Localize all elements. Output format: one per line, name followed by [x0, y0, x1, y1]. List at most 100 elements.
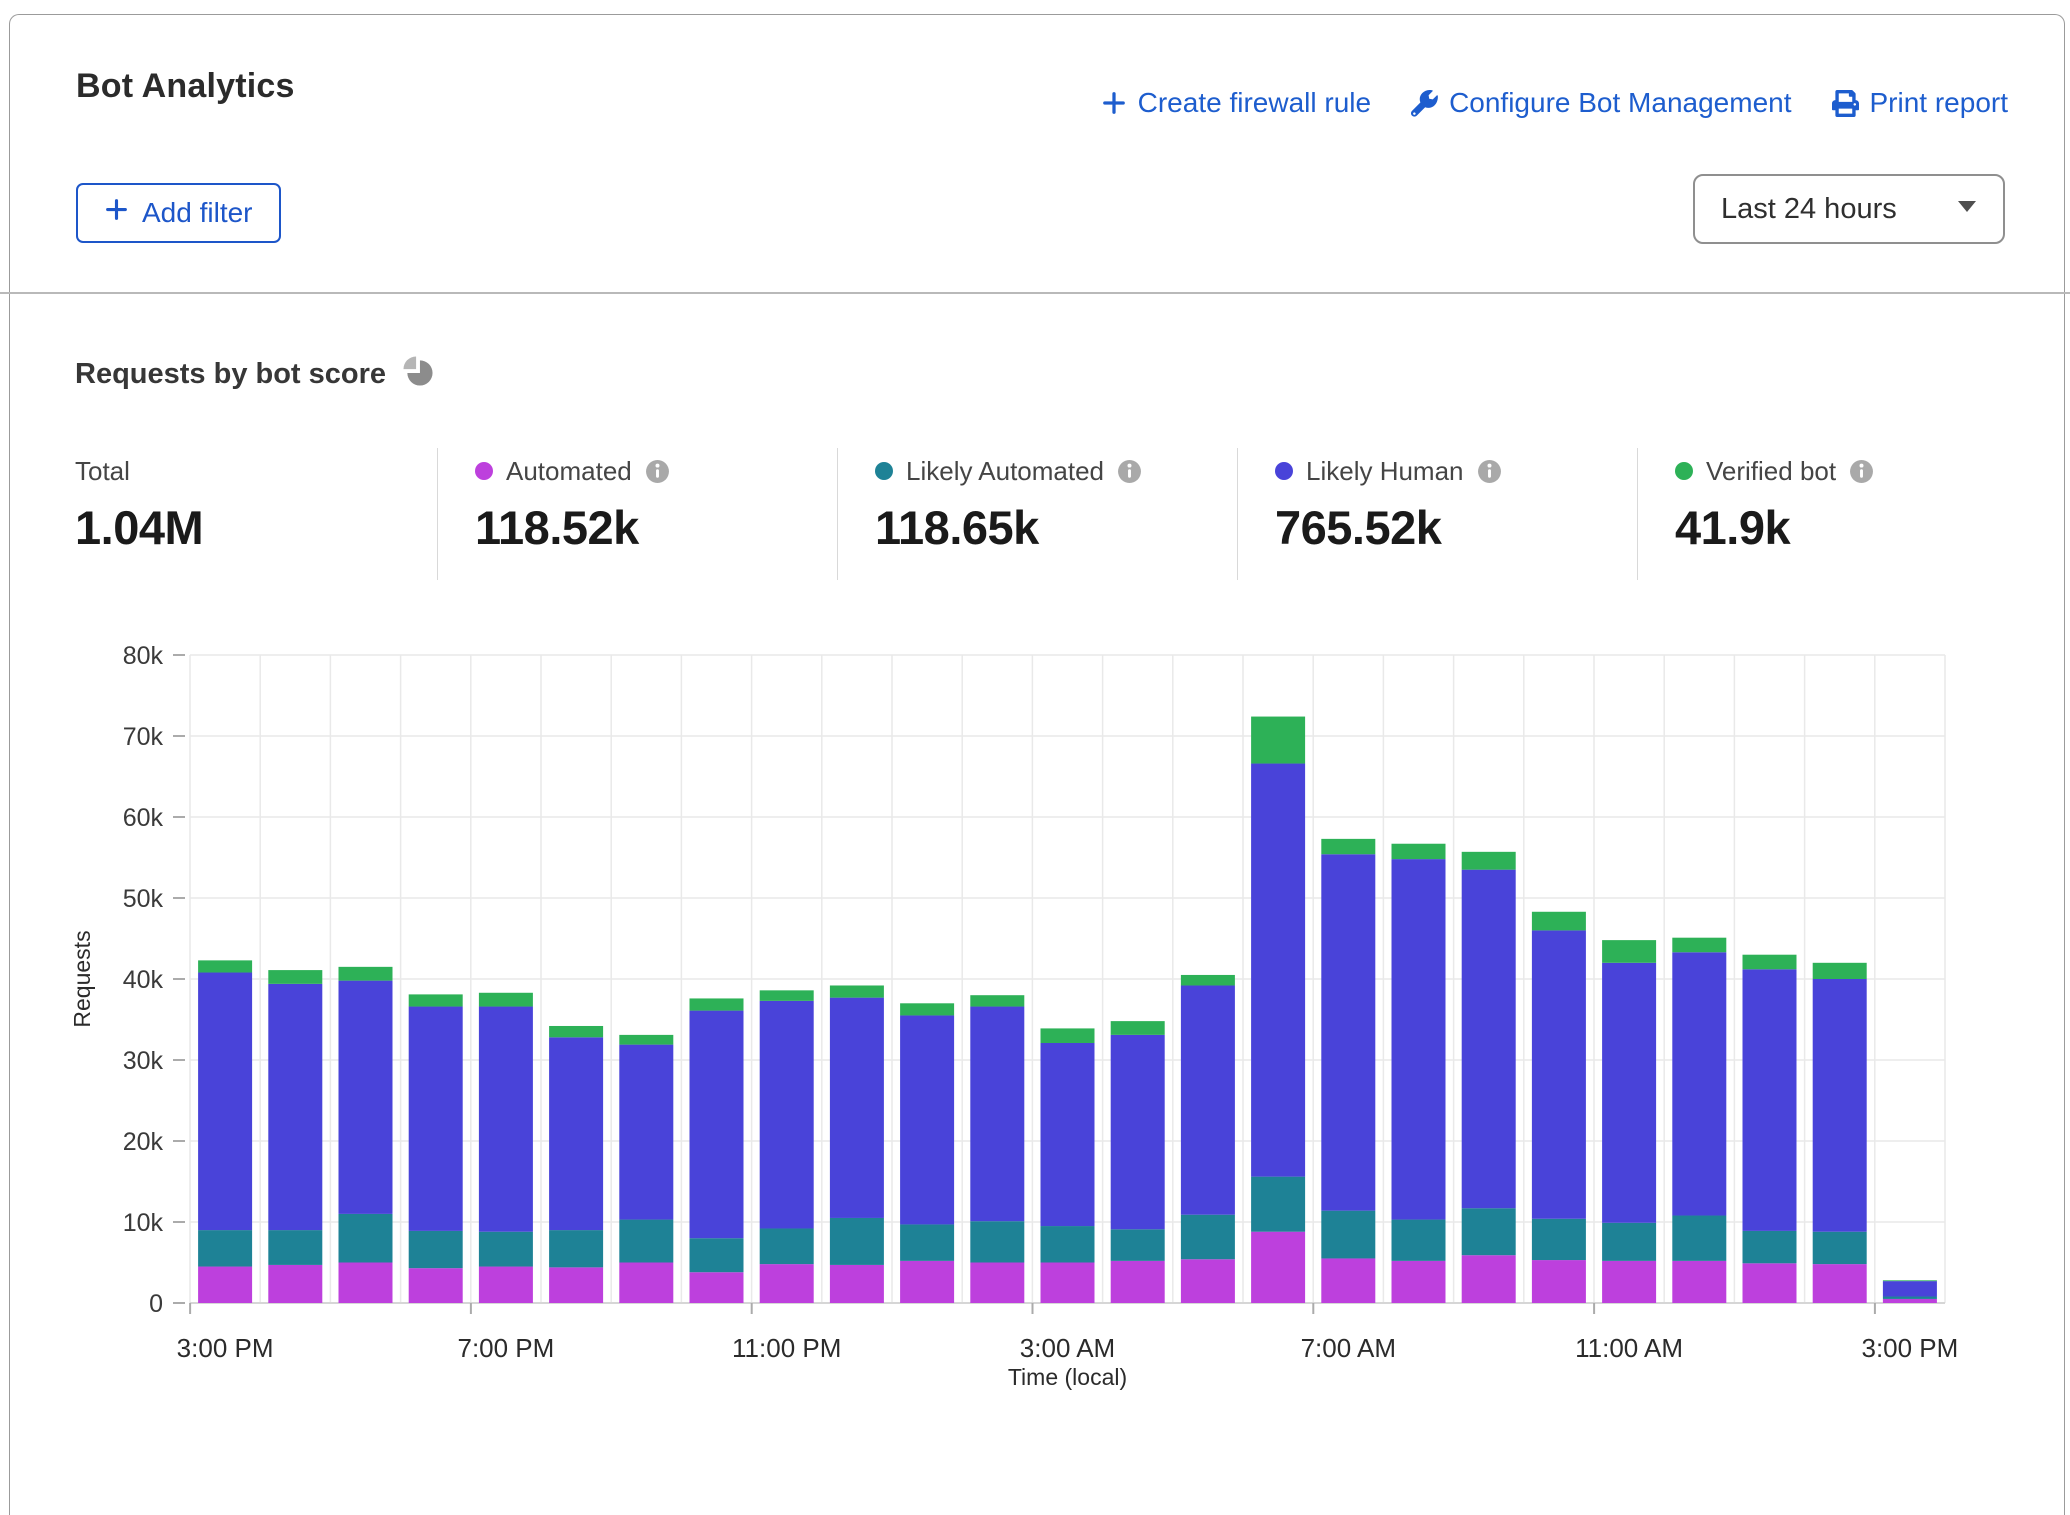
bar-segment — [619, 1035, 673, 1045]
bar-segment — [198, 1267, 252, 1303]
svg-text:30k: 30k — [123, 1047, 164, 1075]
stat-total: Total 1.04M — [75, 456, 203, 555]
stat-label: Likely Human — [1306, 456, 1464, 487]
stat-likely-automated: Likely Automated 118.65k — [875, 456, 1142, 555]
bar-segment — [970, 1263, 1024, 1304]
bar-segment — [760, 1264, 814, 1303]
stat-value: 118.52k — [475, 500, 670, 555]
bar-segment — [690, 1272, 744, 1303]
bar-segment — [1602, 963, 1656, 1223]
stat-value: 118.65k — [875, 500, 1142, 555]
bar-segment — [1532, 930, 1586, 1218]
page-title: Bot Analytics — [76, 67, 295, 106]
bar-segment — [1743, 969, 1797, 1231]
bar-segment — [1462, 870, 1516, 1209]
bar-segment — [1672, 952, 1726, 1215]
svg-text:3:00 PM: 3:00 PM — [177, 1333, 274, 1363]
stat-likely-human: Likely Human 765.52k — [1275, 456, 1502, 555]
svg-text:80k: 80k — [123, 642, 164, 670]
stat-value: 765.52k — [1275, 500, 1502, 555]
bar-segment — [1041, 1043, 1095, 1226]
configure-bot-management-link[interactable]: Configure Bot Management — [1411, 87, 1791, 119]
bar-segment — [830, 985, 884, 997]
bar-segment — [1181, 985, 1235, 1214]
header-actions: Create firewall rule Configure Bot Manag… — [1101, 87, 2008, 119]
bar-segment — [1743, 955, 1797, 970]
svg-text:10k: 10k — [123, 1209, 164, 1237]
bar-segment — [1813, 979, 1867, 1232]
bar-segment — [760, 1001, 814, 1229]
chart-title: Requests by bot score — [75, 358, 386, 391]
svg-text:0: 0 — [149, 1290, 163, 1318]
bar-segment — [619, 1263, 673, 1304]
legend-dot-likely-automated — [875, 462, 893, 480]
stat-verified-bot: Verified bot 41.9k — [1675, 456, 1874, 555]
bar-segment — [409, 1268, 463, 1303]
bar-segment — [1321, 1258, 1375, 1303]
plus-icon — [1101, 90, 1127, 116]
bar-segment — [1251, 764, 1305, 1177]
svg-text:11:00 PM: 11:00 PM — [732, 1333, 841, 1363]
info-icon[interactable] — [1477, 459, 1502, 484]
bar-segment — [1251, 717, 1305, 764]
bar-segment — [1462, 1255, 1516, 1303]
bar-segment — [1883, 1297, 1937, 1299]
bar-segment — [760, 990, 814, 1001]
bar-segment — [830, 1265, 884, 1303]
stat-divider — [1237, 448, 1238, 580]
bar-segment — [900, 1015, 954, 1224]
bar-segment — [1462, 1208, 1516, 1255]
bar-segment — [690, 1011, 744, 1239]
chevron-down-icon — [1955, 199, 1979, 219]
action-label: Create firewall rule — [1138, 87, 1371, 119]
stat-divider — [837, 448, 838, 580]
action-label: Print report — [1870, 87, 2009, 119]
svg-text:Requests: Requests — [69, 930, 95, 1027]
bar-segment — [1883, 1299, 1937, 1303]
bar-segment — [409, 1007, 463, 1231]
info-icon[interactable] — [645, 459, 670, 484]
svg-text:7:00 AM: 7:00 AM — [1301, 1333, 1396, 1363]
bar-segment — [1532, 912, 1586, 931]
bar-segment — [1392, 1220, 1446, 1261]
time-range-dropdown[interactable]: Last 24 hours — [1693, 174, 2005, 244]
stat-divider — [1637, 448, 1638, 580]
bar-segment — [1111, 1035, 1165, 1229]
bar-segment — [1181, 975, 1235, 986]
bar-segment — [1672, 1261, 1726, 1303]
bar-segment — [1181, 1259, 1235, 1303]
bar-segment — [1813, 963, 1867, 979]
bar-segment — [198, 960, 252, 972]
legend-dot-verified-bot — [1675, 462, 1693, 480]
bar-segment — [549, 1026, 603, 1037]
info-icon[interactable] — [1849, 459, 1874, 484]
bar-segment — [1883, 1280, 1937, 1281]
print-report-link[interactable]: Print report — [1832, 87, 2009, 119]
bar-segment — [760, 1228, 814, 1264]
bar-segment — [1813, 1232, 1867, 1264]
bar-segment — [339, 981, 393, 1214]
pie-chart-icon — [403, 356, 434, 392]
bar-segment — [1111, 1261, 1165, 1303]
bar-segment — [1602, 940, 1656, 963]
bar-segment — [1321, 1211, 1375, 1259]
add-filter-button[interactable]: Add filter — [76, 183, 281, 243]
bar-segment — [1602, 1223, 1656, 1261]
info-icon[interactable] — [1117, 459, 1142, 484]
bar-segment — [970, 995, 1024, 1006]
bar-segment — [1321, 854, 1375, 1210]
svg-text:7:00 PM: 7:00 PM — [457, 1333, 554, 1363]
bar-segment — [198, 1230, 252, 1266]
legend-dot-likely-human — [1275, 462, 1293, 480]
bar-segment — [900, 1261, 954, 1303]
bar-segment — [1251, 1177, 1305, 1232]
wrench-icon — [1411, 90, 1438, 117]
bar-segment — [1743, 1263, 1797, 1303]
create-firewall-rule-link[interactable]: Create firewall rule — [1101, 87, 1371, 119]
bar-segment — [1813, 1264, 1867, 1303]
bar-segment — [1532, 1260, 1586, 1303]
requests-by-bot-score-chart[interactable]: 010k20k30k40k50k60k70k80k3:00 PM7:00 PM1… — [0, 600, 2070, 1394]
svg-text:3:00 AM: 3:00 AM — [1020, 1333, 1115, 1363]
svg-text:50k: 50k — [123, 885, 164, 913]
bar-segment — [339, 1263, 393, 1304]
